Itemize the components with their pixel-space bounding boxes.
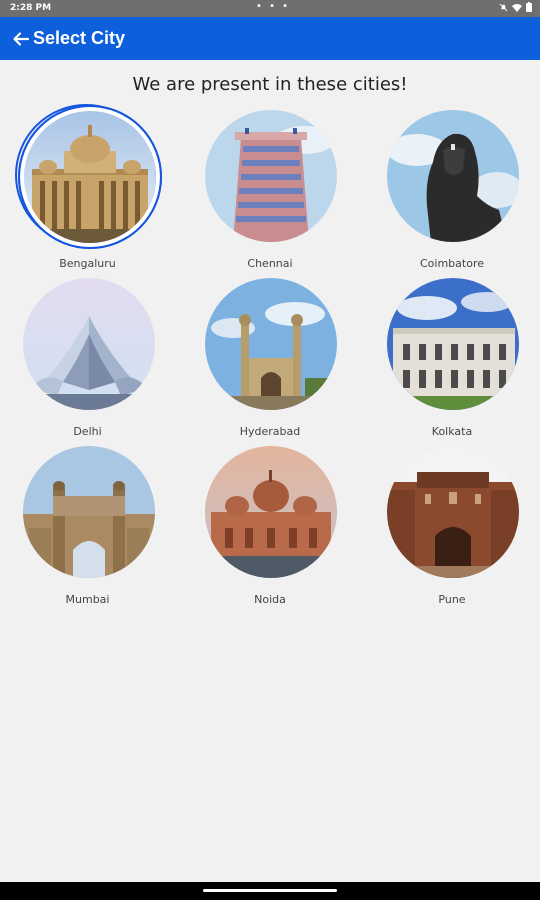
city-image-hyderabad xyxy=(205,278,337,410)
city-label: Chennai xyxy=(247,257,293,270)
city-image-bengaluru xyxy=(18,105,162,249)
arrow-left-icon xyxy=(13,31,30,46)
city-label: Kolkata xyxy=(431,425,473,438)
city-label: Noida xyxy=(254,593,286,606)
notification-off-icon xyxy=(499,3,508,11)
city-label: Delhi xyxy=(73,425,102,438)
city-tile-noida[interactable]: Noida xyxy=(180,440,360,608)
city-image-coimbatore xyxy=(387,110,519,242)
app-bar: Select City xyxy=(0,17,540,60)
city-tile-coimbatore[interactable]: Coimbatore xyxy=(360,104,540,272)
city-image-noida xyxy=(205,446,337,578)
city-tile-mumbai[interactable]: Mumbai xyxy=(0,440,180,608)
city-tile-chennai[interactable]: Chennai xyxy=(180,104,360,272)
city-label: Coimbatore xyxy=(420,257,484,270)
page-title: Select City xyxy=(33,28,126,48)
section-heading: We are present in these cities! xyxy=(132,74,408,95)
status-time: 2:28 PM xyxy=(10,3,52,13)
city-tile-pune[interactable]: Pune xyxy=(360,440,540,608)
city-image-pune xyxy=(387,446,519,578)
status-bar: 2:28 PM • • • xyxy=(0,0,540,17)
city-tile-bengaluru[interactable]: Bengaluru xyxy=(0,104,180,272)
wifi-icon xyxy=(512,3,522,12)
city-image-delhi xyxy=(23,278,155,410)
city-tile-hyderabad[interactable]: Hyderabad xyxy=(180,272,360,440)
home-gesture-handle[interactable] xyxy=(203,889,337,892)
city-tile-delhi[interactable]: Delhi xyxy=(0,272,180,440)
city-image-chennai xyxy=(205,110,337,242)
city-label: Hyderabad xyxy=(239,425,301,438)
city-image-kolkata xyxy=(387,278,519,410)
battery-icon xyxy=(526,2,532,12)
city-image-mumbai xyxy=(23,446,155,578)
city-label: Bengaluru xyxy=(59,257,116,270)
back-button[interactable] xyxy=(12,30,30,48)
city-tile-kolkata[interactable]: Kolkata xyxy=(360,272,540,440)
system-nav-bar xyxy=(0,882,540,900)
status-dots: • • • xyxy=(256,1,291,12)
city-label: Pune xyxy=(438,593,466,606)
city-grid: Bengaluru Chennai Coimbatore Delhi Hyder… xyxy=(0,104,540,608)
status-icons xyxy=(499,2,532,12)
city-label: Mumbai xyxy=(65,593,110,606)
